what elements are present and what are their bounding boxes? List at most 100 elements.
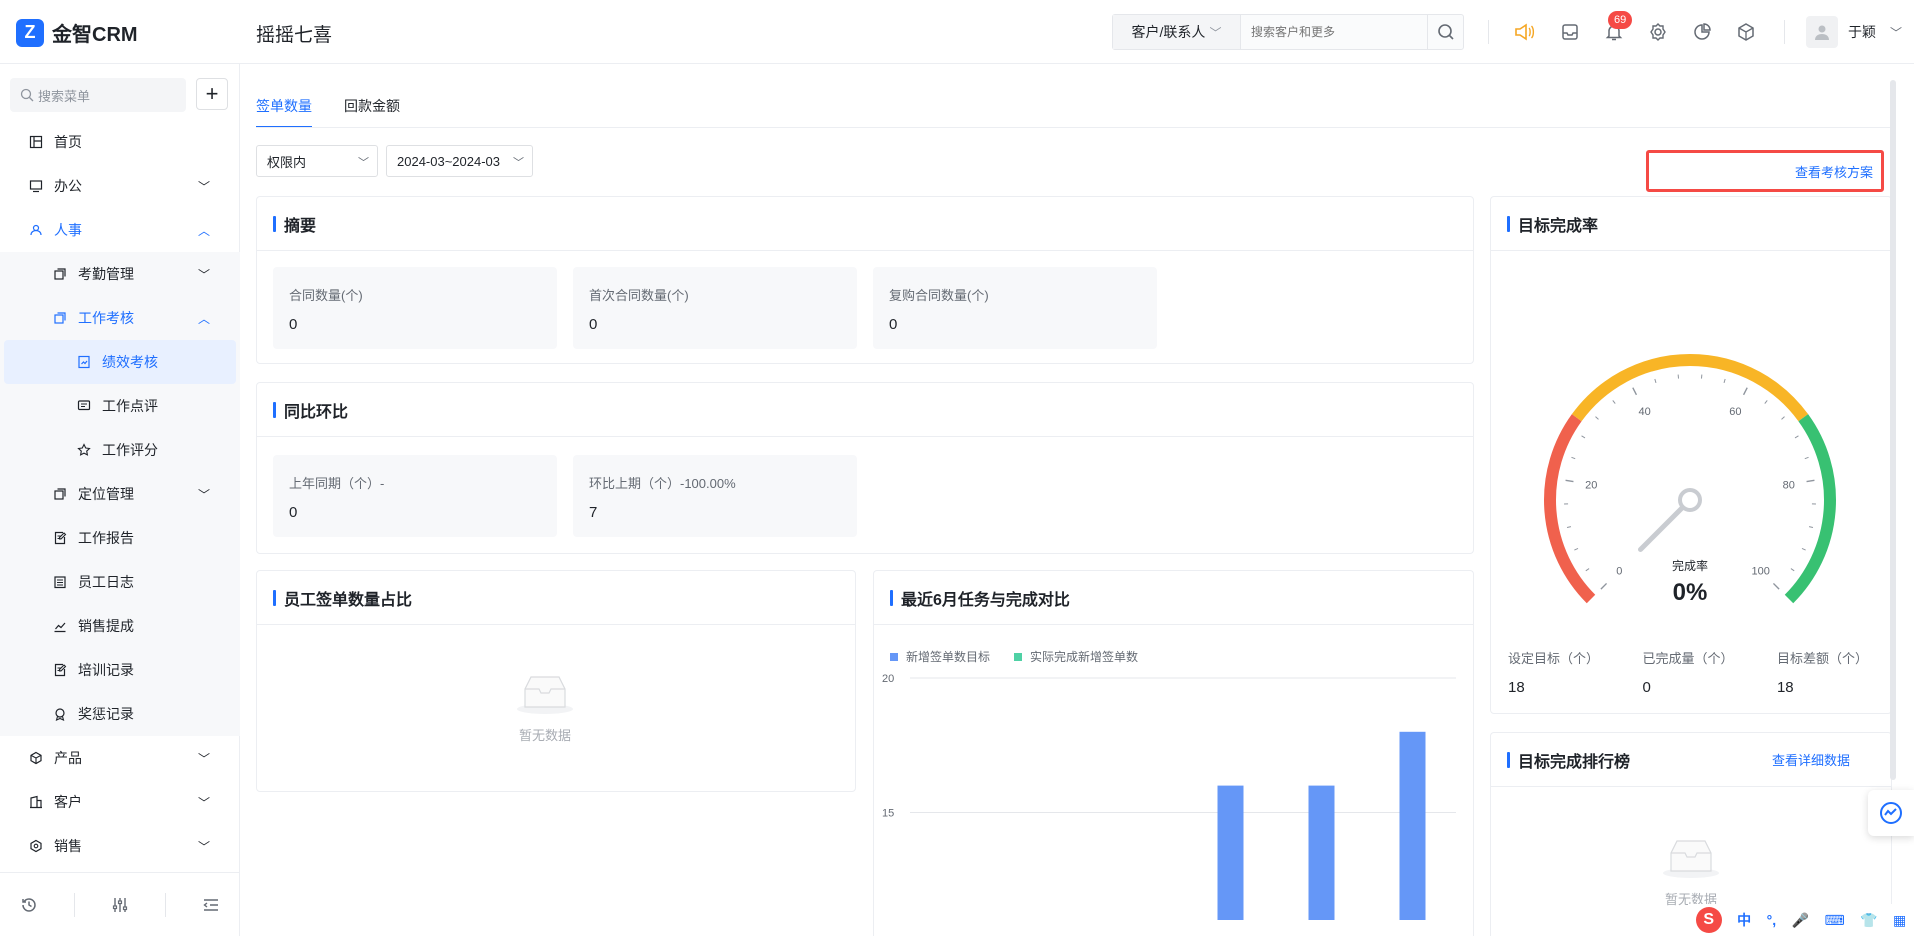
sidebar-item-sales-commission[interactable]: 销售提成 bbox=[0, 604, 240, 648]
announcement-icon[interactable] bbox=[1512, 20, 1536, 44]
sliders-icon[interactable] bbox=[108, 893, 132, 917]
chevron-down-icon: ﹀ bbox=[197, 268, 210, 282]
sidebar-item-hr[interactable]: 人事 ︿ bbox=[0, 208, 240, 252]
chevron-down-icon: ﹀ bbox=[1209, 25, 1222, 40]
gauge-hub bbox=[1678, 488, 1702, 512]
menu-search-input[interactable]: 搜索菜单 bbox=[10, 78, 186, 112]
sidebar-item-work-score[interactable]: 工作评分 bbox=[0, 428, 240, 472]
sidebar-item-work-report[interactable]: 工作报告 bbox=[0, 516, 240, 560]
app-logo[interactable]: Z 金智CRM bbox=[16, 18, 138, 47]
cube-icon[interactable] bbox=[1734, 20, 1758, 44]
refresh-chart-icon bbox=[1880, 802, 1902, 824]
chevron-down-icon: ﹀ bbox=[197, 840, 210, 854]
hexagon-icon bbox=[28, 838, 44, 854]
ime-logo-icon[interactable]: S bbox=[1695, 907, 1722, 933]
chevron-down-icon: ﹀ bbox=[513, 157, 524, 169]
sidebar-item-work-review[interactable]: 工作考核 ︿ bbox=[0, 296, 240, 340]
stat-label: 上年同期（个）- bbox=[289, 476, 385, 491]
sidebar-item-office[interactable]: 办公 ﹀ bbox=[0, 164, 240, 208]
view-details-link[interactable]: 查看详细数据 bbox=[1772, 750, 1850, 769]
gauge-tick-label: 20 bbox=[1585, 479, 1597, 491]
sidebar-item-rewards[interactable]: 奖惩记录 bbox=[0, 692, 240, 736]
sidebar-menu: 首页 办公 ﹀ 人事 ︿ 考勤管理 ﹀ 工作考核 ︿ 绩效考核 工作点评 工作评… bbox=[0, 120, 240, 868]
add-menu-button[interactable]: + bbox=[196, 78, 228, 110]
copy-icon bbox=[52, 310, 68, 326]
scope-select[interactable]: 权限内 ﹀ bbox=[256, 145, 378, 177]
stat-target: 设定目标（个） 18 bbox=[1508, 648, 1599, 696]
chevron-down-icon: ﹀ bbox=[197, 488, 210, 502]
stat-gap: 目标差额（个） 18 bbox=[1777, 648, 1868, 696]
stat-value: 18 bbox=[1776, 679, 1794, 696]
building-icon bbox=[28, 794, 44, 810]
sidebar-item-location[interactable]: 定位管理 ﹀ bbox=[0, 472, 240, 516]
date-range-select[interactable]: 2024-03~2024-03 ﹀ bbox=[386, 145, 533, 177]
search-type-select[interactable]: 客户/联系人 ﹀ bbox=[1113, 15, 1241, 49]
gauge-tick bbox=[1566, 526, 1572, 528]
gauge-tick bbox=[1574, 547, 1579, 551]
gauge-tick bbox=[1612, 400, 1616, 404]
sidebar-item-sales[interactable]: 销售 ﹀ bbox=[0, 824, 240, 868]
completion-gauge: 0 20 40 60 80 100 完成率 0% bbox=[1544, 354, 1836, 606]
sidebar-item-performance[interactable]: 绩效考核 bbox=[4, 340, 236, 384]
keyboard-icon[interactable]: ⌨ bbox=[1824, 912, 1844, 929]
sidebar-item-work-comment[interactable]: 工作点评 bbox=[0, 384, 240, 428]
punctuation-icon[interactable]: °, bbox=[1767, 912, 1777, 928]
chevron-down-icon: ﹀ bbox=[197, 796, 210, 810]
gauge-arc bbox=[1571, 354, 1809, 422]
history-icon[interactable] bbox=[17, 893, 41, 917]
chevron-down-icon: ﹀ bbox=[1890, 25, 1903, 40]
gauge-tick bbox=[1742, 387, 1748, 396]
legend-swatch bbox=[890, 652, 898, 661]
search-button[interactable] bbox=[1427, 15, 1463, 49]
collapse-menu-icon[interactable] bbox=[199, 893, 223, 917]
sidebar-item-training[interactable]: 培训记录 bbox=[0, 648, 240, 692]
gauge-value: 0% bbox=[1673, 579, 1708, 606]
bar[interactable] bbox=[1308, 785, 1335, 920]
bar[interactable] bbox=[1217, 785, 1244, 920]
sidebar-item-label: 工作考核 bbox=[78, 310, 134, 326]
legend-item[interactable]: 新增签单数目标 bbox=[890, 648, 990, 665]
search-type-label: 客户/联系人 bbox=[1131, 24, 1206, 40]
assistant-float-button[interactable] bbox=[1868, 790, 1914, 836]
calendar-icon bbox=[52, 574, 68, 590]
pie-chart-icon[interactable] bbox=[1690, 20, 1714, 44]
stat-label: 目标差额（个） bbox=[1776, 651, 1868, 666]
stat-value: 7 bbox=[589, 504, 598, 521]
sidebar-item-employee-log[interactable]: 员工日志 bbox=[0, 560, 240, 604]
microphone-icon[interactable]: 🎤 bbox=[1792, 912, 1809, 929]
toolbox-icon[interactable]: ▦ bbox=[1893, 912, 1906, 929]
sidebar-item-label: 工作评分 bbox=[102, 442, 158, 458]
gauge-tick bbox=[1585, 568, 1590, 572]
page-scrollbar[interactable] bbox=[1890, 80, 1896, 780]
tab-payment-amount[interactable]: 回款金额 bbox=[344, 80, 400, 128]
scope-value: 权限内 bbox=[267, 154, 307, 170]
gauge-tick bbox=[1764, 400, 1768, 404]
sidebar-item-product[interactable]: 产品 ﹀ bbox=[0, 736, 240, 780]
stat-value: 18 bbox=[1508, 679, 1525, 696]
user-menu[interactable]: 于颖 ﹀ bbox=[1806, 16, 1902, 48]
inbox-icon[interactable] bbox=[1558, 20, 1582, 44]
gauge-tick bbox=[1654, 378, 1657, 383]
medal-icon bbox=[52, 706, 68, 722]
bar[interactable] bbox=[1399, 731, 1426, 920]
skin-icon[interactable]: 👕 bbox=[1860, 912, 1877, 929]
sidebar-item-home[interactable]: 首页 bbox=[0, 120, 240, 164]
header-divider bbox=[1488, 20, 1489, 44]
search-input[interactable] bbox=[1241, 15, 1427, 49]
sidebar-item-attendance[interactable]: 考勤管理 ﹀ bbox=[0, 252, 240, 296]
legend-label: 实际完成新增签单数 bbox=[1030, 650, 1139, 664]
gear-icon[interactable] bbox=[1646, 20, 1670, 44]
sidebar-item-customer[interactable]: 客户 ﹀ bbox=[0, 780, 240, 824]
ime-lang[interactable]: 中 bbox=[1737, 910, 1751, 930]
tab-contract-count[interactable]: 签单数量 bbox=[256, 80, 312, 128]
legend-item[interactable]: 实际完成新增签单数 bbox=[1014, 648, 1138, 665]
header-divider bbox=[1784, 20, 1785, 44]
avatar bbox=[1806, 16, 1838, 48]
view-plan-link[interactable]: 查看考核方案 bbox=[1646, 150, 1884, 192]
y-tick-label: 15 bbox=[882, 808, 894, 820]
stat-label: 复购合同数量(个) bbox=[889, 288, 989, 303]
legend-swatch bbox=[1014, 652, 1023, 661]
gauge-tick bbox=[1723, 378, 1726, 383]
footer-divider bbox=[73, 892, 75, 917]
global-search: 客户/联系人 ﹀ bbox=[1112, 14, 1464, 50]
